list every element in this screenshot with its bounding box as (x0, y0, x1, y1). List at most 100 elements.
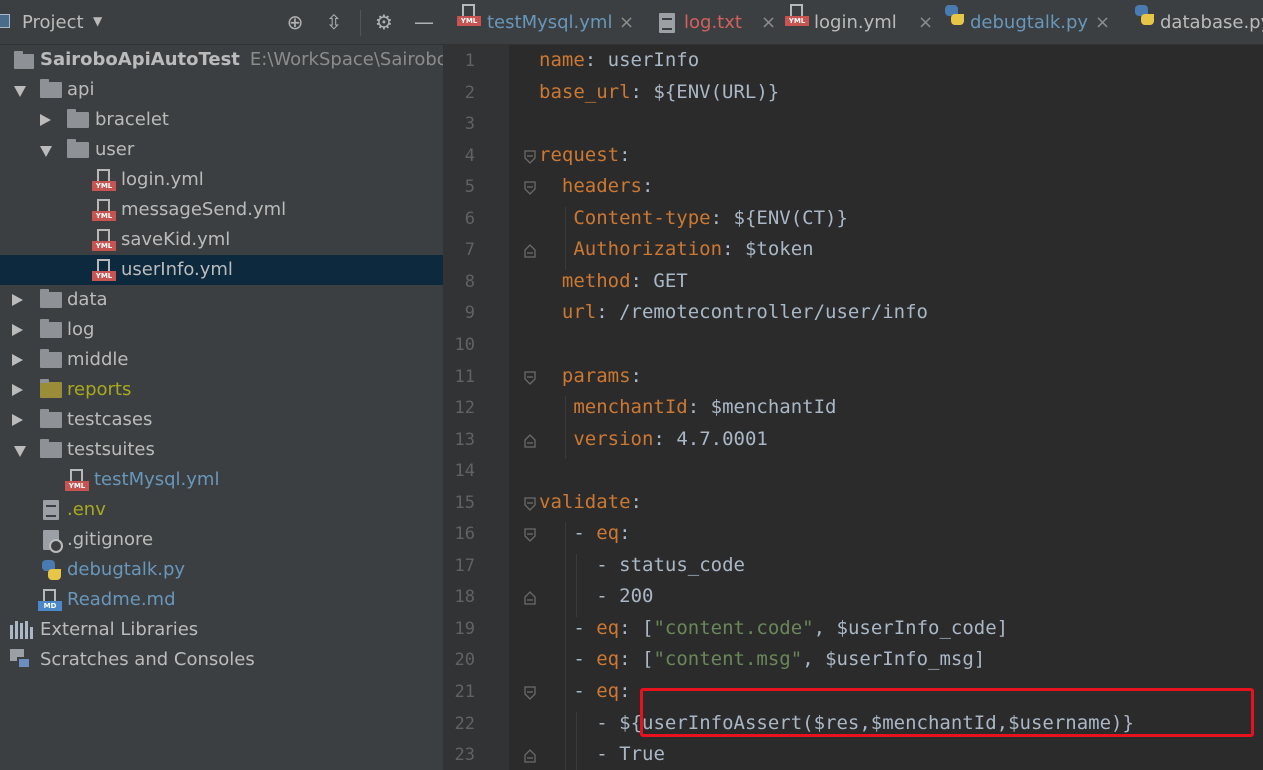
tab-testmysql-yml[interactable]: YML testMysql.yml × (457, 0, 647, 44)
tree-item-api[interactable]: api (0, 75, 443, 105)
code-line[interactable]: name: userInfo (539, 49, 699, 71)
code-token-key: eq (596, 522, 620, 545)
collapse-arrow-icon[interactable] (12, 414, 23, 426)
code-token-key: menchantId (573, 396, 688, 419)
collapse-arrow-icon[interactable] (12, 354, 23, 366)
expand-arrow-icon[interactable] (14, 446, 26, 457)
code-line[interactable]: - True (596, 743, 665, 765)
tree-item-env[interactable]: .env (0, 495, 443, 525)
close-icon[interactable]: × (761, 12, 776, 33)
chevron-down-icon[interactable]: ▼ (93, 14, 102, 28)
tree-item-data[interactable]: data (0, 285, 443, 315)
tree-item-scratches[interactable]: Scratches and Consoles (0, 645, 443, 675)
code-line[interactable]: menchantId: $menchantId (573, 396, 836, 418)
collapse-all-icon[interactable]: ⇳ (322, 10, 346, 34)
code-token-val: ${ENV(URL)} (653, 80, 780, 103)
fold-open-icon[interactable] (524, 181, 536, 196)
code-line[interactable]: Content-type: ${ENV(CT)} (573, 207, 848, 229)
code-token-sep: : (653, 427, 677, 450)
fold-open-icon[interactable] (524, 528, 536, 543)
line-gutter: 1 2 3 4 5 6 7 8 9 10 11 12 13 14 15 16 17 18 19 20 21 22 23 (443, 45, 509, 770)
collapse-arrow-icon[interactable] (40, 114, 51, 126)
gear-icon[interactable]: ⚙ (372, 10, 396, 34)
code-line[interactable]: method: GET (562, 270, 688, 292)
code-line[interactable]: request: (539, 144, 631, 166)
line-number: 22 (454, 713, 475, 734)
project-panel-title[interactable]: Project (22, 12, 84, 33)
locate-icon[interactable]: ⊕ (283, 10, 307, 34)
code-line[interactable]: Authorization: $token (573, 238, 813, 260)
fold-open-icon[interactable] (524, 370, 536, 385)
fold-close-icon[interactable] (524, 749, 536, 763)
tree-item-testcases[interactable]: testcases (0, 405, 443, 435)
code-line[interactable]: validate: (539, 491, 642, 513)
folder-icon (40, 289, 62, 308)
code-line[interactable]: - eq: ["content.code", $userInfo_code] (573, 617, 1008, 639)
code-line[interactable]: base_url: ${ENV(URL)} (539, 81, 779, 103)
code-token-key: eq (596, 616, 620, 639)
tree-item-debugtalk-py[interactable]: debugtalk.py (0, 555, 443, 585)
code-token-sep: : (619, 616, 643, 639)
fold-close-icon[interactable] (524, 433, 536, 448)
tree-item-reports[interactable]: reports (0, 375, 443, 405)
line-number: 2 (464, 82, 475, 103)
tree-item-gitignore[interactable]: .gitignore (0, 525, 443, 555)
code-token-key: eq (596, 680, 620, 702)
tree-item-readme-md[interactable]: MD Readme.md (0, 585, 443, 615)
tree-item-testmysql-yml[interactable]: YML testMysql.yml (0, 465, 443, 495)
code-line[interactable]: version: 4.7.0001 (573, 428, 767, 450)
line-number: 11 (454, 366, 475, 387)
code-line[interactable]: - 200 (596, 585, 653, 607)
tree-item-middle[interactable]: middle (0, 345, 443, 375)
code-line[interactable]: - ${userInfoAssert($res,$menchantId,$use… (596, 712, 1134, 734)
code-line[interactable]: url: /remotecontroller/user/info (562, 301, 928, 323)
hide-panel-icon[interactable]: — (412, 10, 436, 34)
yml-badge: YML (785, 16, 809, 26)
line-number: 6 (464, 208, 475, 229)
tab-login-yml[interactable]: YML login.yml × (785, 0, 945, 44)
collapse-arrow-icon[interactable] (12, 324, 23, 336)
fold-open-icon[interactable] (524, 497, 536, 511)
markdown-file-icon: MD (38, 589, 62, 611)
folder-icon (40, 439, 62, 458)
code-token-val: status_code (619, 553, 745, 576)
tree-item-bracelet[interactable]: bracelet (0, 105, 443, 135)
tree-root[interactable]: SairoboApiAutoTest E:\WorkSpace\SairoboAp (0, 45, 443, 75)
code-line[interactable]: - eq: ["content.msg", $userInfo_msg] (573, 648, 985, 670)
tab-log-txt[interactable]: log.txt × (657, 0, 787, 44)
fold-open-icon[interactable] (524, 686, 536, 700)
code-token-sep: : (584, 49, 608, 71)
code-line[interactable]: - eq: (573, 680, 630, 702)
expand-arrow-icon[interactable] (40, 146, 52, 157)
tree-item-log[interactable]: log (0, 315, 443, 345)
tree-item-label: bracelet (95, 109, 169, 130)
code-editor[interactable]: 1 2 3 4 5 6 7 8 9 10 11 12 13 14 15 16 17 18 19 20 21 22 23 na… (443, 45, 1263, 770)
tree-item-savekid-yml[interactable]: YML saveKid.yml (0, 225, 443, 255)
close-icon[interactable]: × (1095, 12, 1110, 33)
collapse-arrow-icon[interactable] (12, 384, 23, 396)
tree-item-userinfo-yml[interactable]: YML userInfo.yml (0, 255, 443, 285)
folder-icon (40, 379, 62, 398)
code-line[interactable]: headers: (562, 175, 654, 197)
fold-close-icon[interactable] (524, 591, 536, 605)
close-icon[interactable]: × (619, 12, 634, 33)
collapse-arrow-icon[interactable] (12, 294, 23, 306)
tab-debugtalk-py[interactable]: debugtalk.py × (943, 0, 1123, 44)
tree-item-user[interactable]: user (0, 135, 443, 165)
tree-item-testsuites[interactable]: testsuites (0, 435, 443, 465)
code-line[interactable]: - eq: (573, 522, 630, 544)
text-file-icon (659, 13, 675, 33)
code-token-dash: - (573, 616, 597, 639)
code-line[interactable]: params: (562, 365, 642, 387)
project-view-icon[interactable] (0, 14, 10, 28)
fold-close-icon[interactable] (524, 244, 536, 258)
library-icon (10, 621, 34, 639)
tree-item-login-yml[interactable]: YML login.yml (0, 165, 443, 195)
code-line[interactable]: - status_code (596, 554, 745, 576)
tree-item-messagesend-yml[interactable]: YML messageSend.yml (0, 195, 443, 225)
tree-item-external-libraries[interactable]: External Libraries (0, 615, 443, 645)
close-icon[interactable]: × (918, 12, 933, 33)
fold-open-icon[interactable] (524, 149, 536, 164)
expand-arrow-icon[interactable] (14, 86, 26, 97)
tab-database-py[interactable]: database.py (1133, 0, 1263, 44)
